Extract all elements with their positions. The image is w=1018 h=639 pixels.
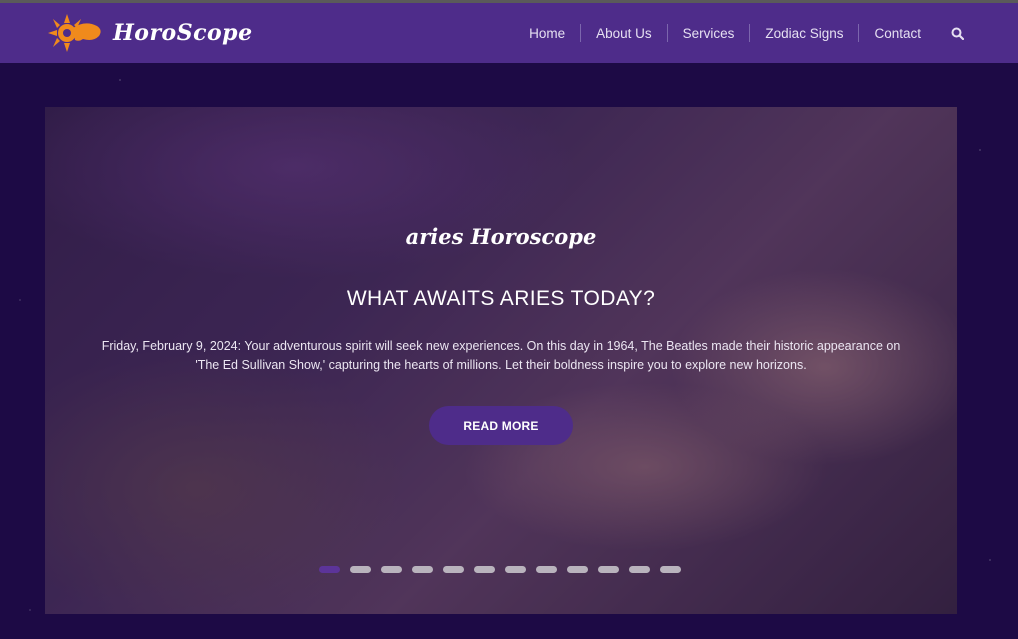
navbar: HoroScope Home About Us Services Zodiac … [0,3,1018,63]
slider-dot[interactable] [474,566,495,573]
slider-dot[interactable] [567,566,588,573]
nav-zodiac-signs[interactable]: Zodiac Signs [750,26,858,41]
hero-subtitle: aries Horoscope [405,224,597,249]
slider-dot[interactable] [660,566,681,573]
nav-services[interactable]: Services [668,26,750,41]
slider-dot[interactable] [598,566,619,573]
slider-dot[interactable] [505,566,526,573]
nav-contact[interactable]: Contact [859,26,936,41]
slider-dot[interactable] [381,566,402,573]
hero-description: Friday, February 9, 2024: Your adventuro… [101,339,901,372]
hero-content: aries Horoscope WHAT AWAITS ARIES TODAY?… [45,107,957,614]
slider-dot[interactable] [629,566,650,573]
nav-about-us[interactable]: About Us [581,26,667,41]
slider-dot[interactable] [536,566,557,573]
hero-title: WHAT AWAITS ARIES TODAY? [346,287,656,310]
read-more-button[interactable]: READ MORE [429,406,573,445]
slider-dot[interactable] [412,566,433,573]
sun-bull-icon [48,14,101,52]
hero-slider: aries Horoscope WHAT AWAITS ARIES TODAY?… [45,107,957,614]
search-icon[interactable] [951,27,964,40]
nav-home[interactable]: Home [514,26,580,41]
main-nav: Home About Us Services Zodiac Signs Cont… [514,3,964,63]
slider-dot[interactable] [319,566,340,573]
slider-pagination [319,566,681,573]
logo[interactable]: HoroScope [45,9,253,57]
slider-dot[interactable] [443,566,464,573]
logo-text: HoroScope [113,20,253,46]
slider-dot[interactable] [350,566,371,573]
